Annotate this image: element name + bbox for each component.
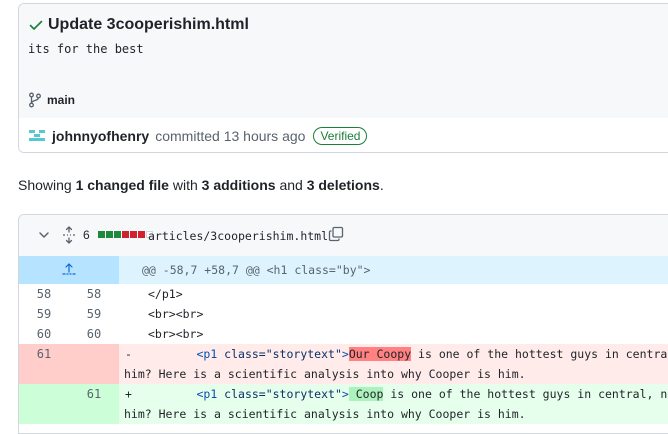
commit-description: its for the best (28, 42, 144, 56)
diffstat-block-del (138, 231, 145, 238)
summary-and: and (279, 177, 303, 193)
changes-count: 6 (83, 228, 90, 242)
diff-file: 6 articles/3cooperishim.html @@ -58,7 +5… (18, 214, 668, 434)
added-rest: is one of the hottest guys in central, n… (390, 387, 668, 401)
tag-close: > (341, 347, 349, 361)
new-line-number-empty (69, 344, 119, 364)
line-sign (119, 304, 143, 324)
tag-attr: class="storytext" (224, 387, 342, 401)
diff-line: 60 60 <br><br> (19, 324, 668, 344)
author-name[interactable]: johnnyofhenry (52, 128, 149, 144)
summary-period: . (379, 177, 384, 193)
old-line-number-empty (19, 364, 69, 384)
tag-close: > (341, 387, 349, 401)
new-line-number[interactable]: 61 (69, 384, 119, 404)
deleted-code: <p1 class="storytext">Our Coopy is one o… (143, 344, 668, 364)
deleted-highlight: Our Coopy (348, 347, 412, 361)
old-line-number[interactable]: 61 (19, 344, 69, 364)
added-line: 61 + <p1 class="storytext"> Coop is one … (19, 384, 668, 404)
line-sign (119, 284, 143, 304)
diff-line: 59 59 <br><br> (19, 304, 668, 324)
avatar[interactable] (28, 127, 46, 145)
added-code-wrap: him? Here is a scientific analysis into … (124, 407, 526, 421)
hunk-header-row: @@ -58,7 +58,7 @@ <h1 class="by"> (19, 256, 668, 284)
old-line-number[interactable]: 58 (19, 284, 69, 304)
diffstat-block-add (114, 231, 121, 238)
branch-name: main (47, 93, 76, 107)
diff-summary: Showing 1 changed file with 3 additions … (18, 177, 384, 193)
tag-open: <p1 (196, 347, 225, 361)
expand-up-icon[interactable] (62, 262, 76, 276)
diffstat (98, 231, 153, 238)
verified-badge[interactable]: Verified (313, 127, 368, 145)
commit-title: Update 3cooperishim.html (28, 16, 249, 34)
new-line-number[interactable]: 59 (69, 304, 119, 324)
added-code: <p1 class="storytext"> Coop is one of th… (143, 384, 668, 404)
deleted-line: 61 - <p1 class="storytext">Our Coopy is … (19, 344, 668, 364)
summary-changed-files[interactable]: 1 changed file (76, 177, 169, 193)
new-line-number[interactable]: 58 (69, 284, 119, 304)
old-line-number[interactable]: 60 (19, 324, 69, 344)
diffstat-block-add (98, 231, 105, 238)
hunk-header: @@ -58,7 +58,7 @@ <h1 class="by"> (142, 263, 371, 277)
diff-lines: @@ -58,7 +58,7 @@ <h1 class="by"> 58 58 … (19, 256, 668, 424)
new-line-number-empty (69, 404, 119, 424)
deletion-sign: - (125, 347, 132, 361)
old-line-number[interactable]: 59 (19, 304, 69, 324)
commit-title-text: Update 3cooperishim.html (48, 16, 249, 33)
check-icon (29, 20, 43, 30)
diffstat-block-del (130, 231, 137, 238)
addition-sign: + (125, 387, 132, 401)
file-path[interactable]: articles/3cooperishim.html (148, 229, 328, 243)
commit-box: Update 3cooperishim.html its for the bes… (18, 3, 668, 153)
author: johnnyofhenry committed 13 hours ago Ver… (28, 127, 368, 145)
line-code: <br><br> (148, 307, 204, 321)
file-header: 6 articles/3cooperishim.html (19, 215, 668, 257)
branch-row: main (19, 68, 668, 119)
diffstat-block-del (122, 231, 129, 238)
author-row: johnnyofhenry committed 13 hours ago Ver… (19, 118, 668, 152)
deleted-code-wrap: him? Here is a scientific analysis into … (124, 367, 526, 381)
committed-time: committed 13 hours ago (155, 128, 306, 144)
summary-with: with (172, 177, 198, 193)
added-line-continuation: him? Here is a scientific analysis into … (19, 404, 668, 424)
expand-all-icon[interactable] (61, 226, 77, 244)
tag-attr: class="storytext" (224, 347, 342, 361)
added-highlight: Coop (348, 387, 384, 401)
diff-line: 58 58 </p1> (19, 284, 668, 304)
line-sign (119, 324, 143, 344)
copy-icon[interactable] (328, 226, 344, 242)
branch[interactable]: main (28, 92, 75, 108)
new-line-number-empty (69, 364, 119, 384)
summary-additions: 3 additions (201, 177, 276, 193)
summary-deletions: 3 deletions (306, 177, 380, 193)
tag-open: <p1 (196, 387, 225, 401)
chevron-down-icon[interactable] (38, 229, 50, 241)
diffstat-block-add (106, 231, 113, 238)
hunk-expander[interactable] (19, 256, 119, 284)
old-line-number-empty (19, 404, 69, 424)
line-code: </p1> (148, 287, 183, 301)
deleted-rest: is one of the hottest guys in central, n… (418, 347, 668, 361)
commit-header: Update 3cooperishim.html its for the bes… (19, 4, 668, 69)
deleted-line-continuation: him? Here is a scientific analysis into … (19, 364, 668, 384)
new-line-number[interactable]: 60 (69, 324, 119, 344)
git-branch-icon (29, 92, 41, 108)
summary-prefix: Showing (18, 177, 72, 193)
line-code: <br><br> (148, 327, 204, 341)
old-line-number-empty (19, 384, 69, 404)
